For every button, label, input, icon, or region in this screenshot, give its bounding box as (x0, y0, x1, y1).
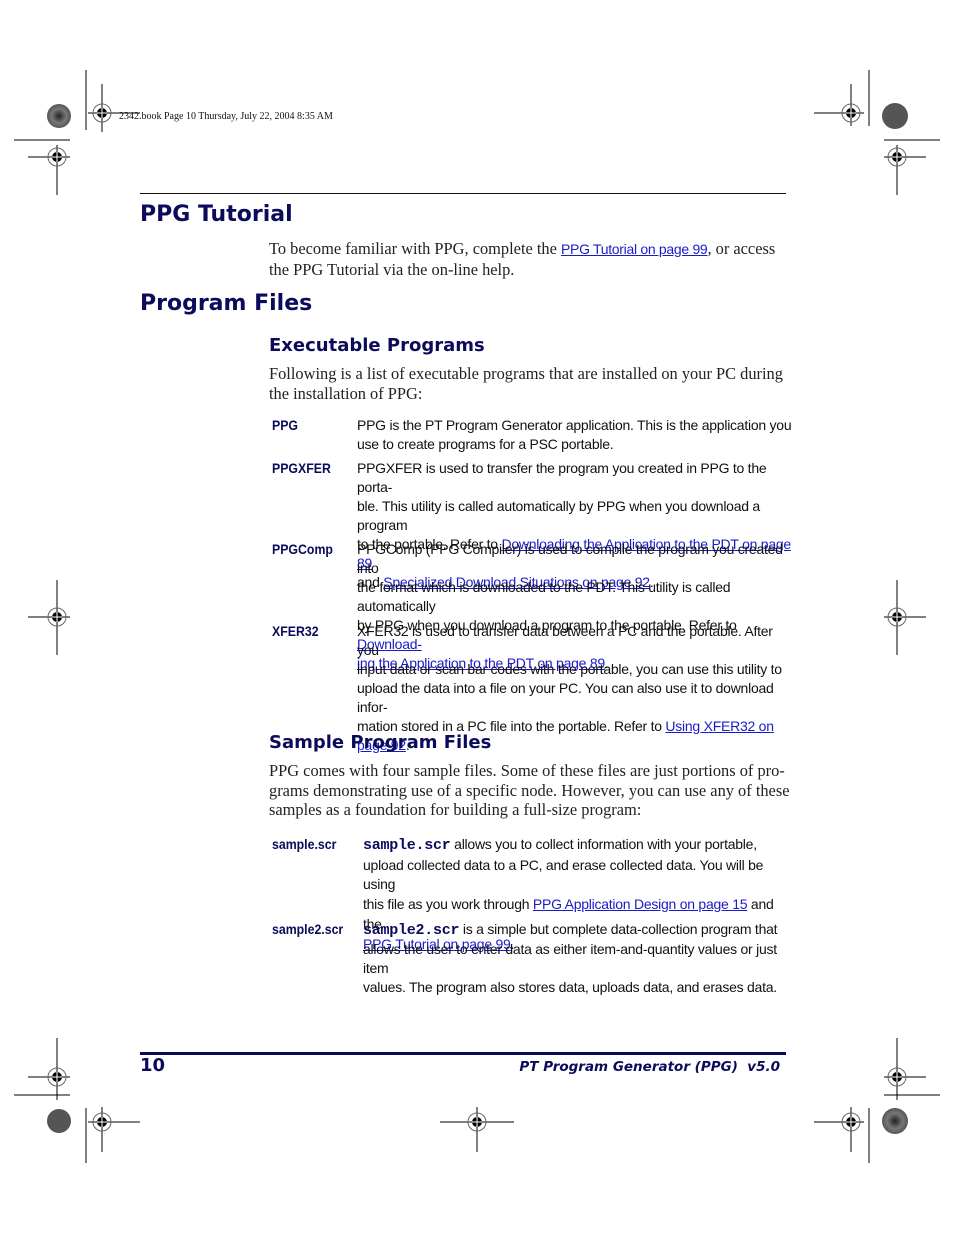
color-target-icon (47, 104, 71, 128)
definition-sample2-scr: sample2.scr is a simple but complete dat… (363, 920, 793, 997)
text: allows you to collect information with y… (450, 836, 757, 852)
term-ppgcomp: PPGComp (272, 541, 333, 557)
text: XFER32 is used to transfer data between … (357, 623, 773, 658)
text: the PPG Tutorial via the on-line help. (269, 259, 515, 279)
text: use to create programs for a PSC portabl… (357, 436, 614, 452)
heading-program-files: Program Files (140, 291, 313, 316)
term-xfer32: XFER32 (272, 623, 319, 639)
text: Following is a list of executable progra… (269, 364, 783, 383)
definition-ppg: PPG is the PT Program Generator applicat… (357, 416, 797, 454)
text: PPGXFER is used to transfer the program … (357, 460, 767, 495)
book-print-header: 2342.book Page 10 Thursday, July 22, 200… (119, 111, 333, 122)
text: , or access (707, 239, 776, 258)
text: values. The program also stores data, up… (363, 979, 777, 995)
top-rule (140, 193, 786, 194)
code-sample2-scr: sample2.scr (363, 922, 460, 939)
text: the format which is downloaded to the PD… (357, 579, 731, 614)
text: PPG is the PT Program Generator applicat… (357, 417, 792, 433)
text: is a simple but complete data-collection… (459, 921, 778, 937)
heading-sample-program-files: Sample Program Files (269, 732, 492, 753)
term-ppgxfer: PPGXFER (272, 460, 331, 476)
text: PPG comes with four sample files. Some o… (269, 761, 785, 780)
term-sample2-scr: sample2.scr (272, 921, 344, 937)
link-ppg-application-design-page-15[interactable]: PPG Application Design on page 15 (533, 896, 748, 912)
text: the installation of PPG: (269, 383, 423, 403)
sample-files-intro: PPG comes with four sample files. Some o… (269, 761, 799, 820)
text: input data or scan bar codes with the po… (357, 661, 782, 677)
footer-rule (140, 1052, 786, 1055)
ppg-tutorial-paragraph: To become familiar with PPG, complete th… (269, 239, 789, 279)
footer-product-title: PT Program Generator (PPG) v5.0 (519, 1059, 780, 1075)
page-number: 10 (140, 1055, 166, 1076)
text: PPGComp (PPG Compiler) is used to compil… (357, 541, 783, 576)
text: To become familiar with PPG, complete th… (269, 239, 561, 258)
text: upload the data into a file on your PC. … (357, 680, 774, 715)
heading-ppg-tutorial: PPG Tutorial (140, 202, 293, 227)
text: allows the user to enter data as either … (363, 941, 777, 976)
text: this file as you work through (363, 896, 533, 913)
text: ble. This utility is called automaticall… (357, 498, 760, 533)
heading-executable-programs: Executable Programs (269, 335, 485, 356)
text: upload collected data to a PC, and erase… (363, 856, 764, 893)
link-ppg-tutorial-page-99[interactable]: PPG Tutorial on page 99 (561, 241, 708, 257)
executable-programs-intro: Following is a list of executable progra… (269, 364, 799, 403)
text: samples as a foundation for building a f… (269, 800, 642, 819)
link-using-xfer32-page-92-part1[interactable]: Using XFER32 on (665, 718, 774, 734)
code-sample-scr: sample.scr (363, 837, 451, 854)
term-sample-scr: sample.scr (272, 836, 337, 852)
term-ppg: PPG (272, 417, 299, 433)
text: grams demonstrating use of a specific no… (269, 780, 790, 800)
